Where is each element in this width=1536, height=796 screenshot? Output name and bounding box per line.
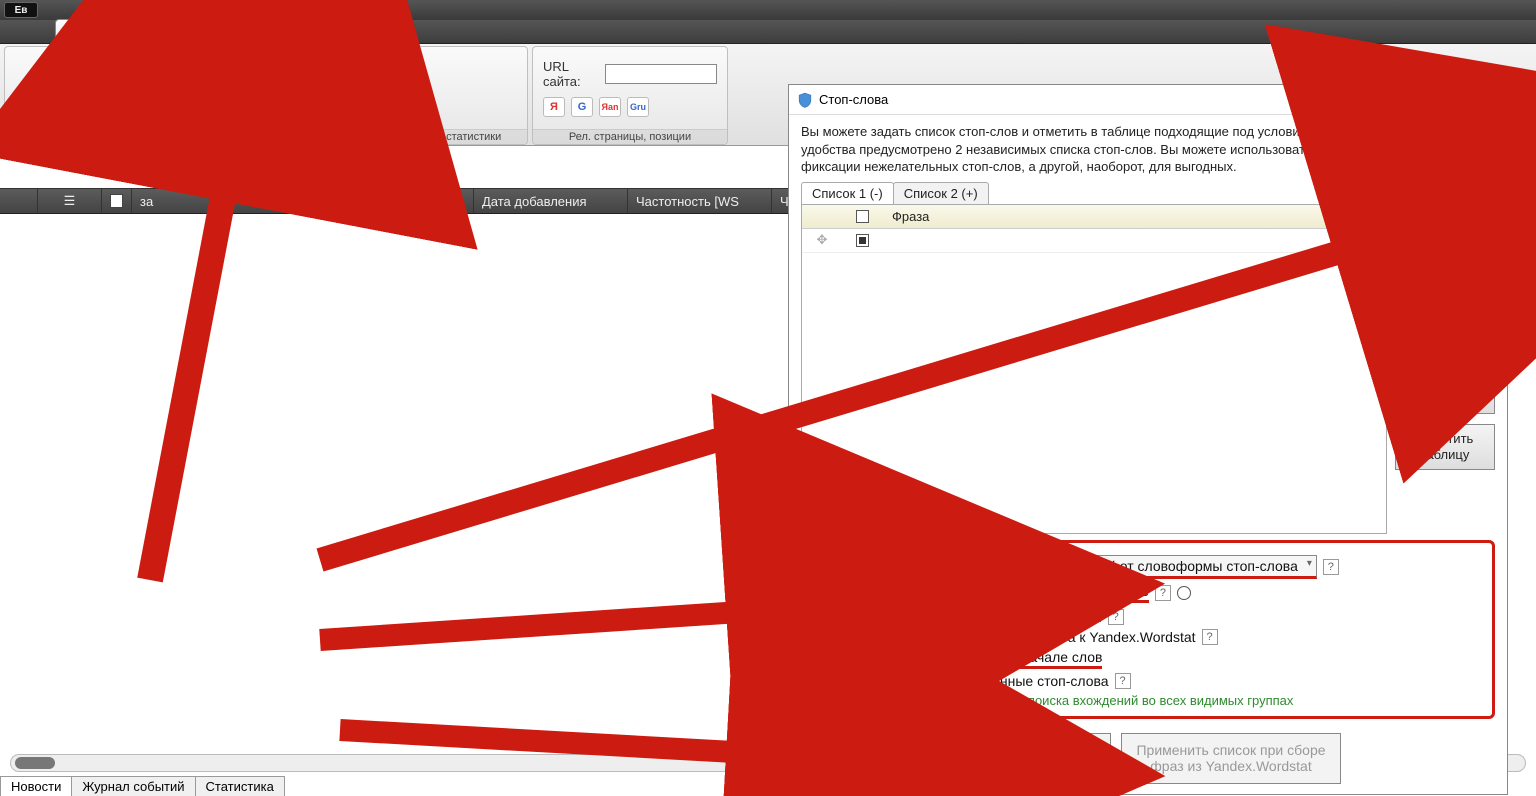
bars-icon[interactable]: ▮▮▮ <box>340 66 363 83</box>
yandex-icon[interactable]: Я <box>543 97 565 117</box>
save-file-button[interactable]: Сохранить в файл <box>1395 314 1495 359</box>
stopwords-table: Фраза ✥ <box>801 204 1387 534</box>
label: процессов <box>118 106 172 118</box>
stop-processes-button[interactable]: Остановка процессов <box>22 56 93 120</box>
checkbox-label: Применять при составлении запроса к Yand… <box>834 629 1196 645</box>
label: Остановка <box>28 92 87 106</box>
chart-icon[interactable]: 📈 <box>339 91 361 111</box>
ribbon-group-keywords: ▮▮▮ ▮▮▮ 🎨 🔍 📈 👍 KEI Сбор ключевых слов и… <box>300 46 528 145</box>
col-frequency[interactable]: Частотность [WS <box>628 189 772 213</box>
grid-col-toggle[interactable]: ☰ <box>38 189 102 213</box>
radio-exact[interactable] <box>1177 586 1191 600</box>
google2-icon[interactable]: Gru <box>627 97 649 117</box>
group-label: Прочее <box>5 129 295 144</box>
search-type-label: Выберите тип поиска вхождений: <box>814 559 1031 575</box>
palette-icon[interactable]: 🎨 <box>369 66 386 83</box>
stopwords-button[interactable]: Стоп-слова <box>196 59 278 117</box>
help-icon[interactable]: ? <box>1108 609 1124 625</box>
hexagon-icon <box>42 58 74 90</box>
magnifier-icon[interactable]: 🔍 <box>311 91 333 111</box>
tab-log[interactable]: Журнал событий <box>71 776 195 796</box>
url-input[interactable] <box>605 64 717 84</box>
titlebar: Ев <box>0 0 1536 20</box>
add-list-button[interactable]: Добавить списком <box>1395 204 1495 249</box>
ribbon-group-relpages: URL сайта: Я G Яan Gru Рел. страницы, по… <box>532 46 728 145</box>
help-icon[interactable]: ? <box>1155 585 1171 601</box>
icon-row-1: ▮▮▮ ▮▮▮ 🎨 <box>311 66 387 83</box>
yandex2-icon[interactable]: Яan <box>599 97 621 117</box>
menu-bar: Сбор данных Данные Вид <box>0 20 1536 44</box>
menu-tab-data[interactable]: Данные <box>165 20 240 43</box>
radio-full[interactable] <box>814 586 828 600</box>
radio-exact-label: Точное соответствие фразы со стоп-фразой <box>814 609 1102 625</box>
stopwords-modal: Стоп-слова — ☐ ✕ Вы можете задать список… <box>788 84 1508 795</box>
label: Приостановка <box>105 92 184 106</box>
pause-icon <box>129 58 161 90</box>
modal-title: Стоп-слова <box>819 92 1379 107</box>
bottom-tabs: Новости Журнал событий Статистика <box>0 776 284 796</box>
options-panel: Выберите тип поиска вхождений: зависимый… <box>801 540 1495 719</box>
radio-partial[interactable] <box>985 586 999 600</box>
radio-full-label: Полное вхождение <box>834 585 957 601</box>
help-icon[interactable]: ? <box>1323 559 1339 575</box>
thumbs-icon[interactable]: 👍 <box>367 91 389 111</box>
table-header: Фраза <box>802 205 1386 229</box>
col-date[interactable]: Дата добавления <box>474 189 628 213</box>
list-tabs: Список 1 (-) Список 2 (+) <box>801 182 1495 204</box>
col-source[interactable]: Источник <box>320 189 474 213</box>
google-icon[interactable]: G <box>571 97 593 117</box>
search-engines-row: Я G Яan Gru <box>543 97 649 117</box>
checkbox-label: Искать совпадения только в начале слов <box>834 649 1102 669</box>
col-phrase[interactable]: Фраза <box>882 209 929 224</box>
checkbox-apply-wordstat[interactable] <box>814 630 828 644</box>
unmark-phrases-button[interactable]: Снять отметку с фраз в таблице <box>961 733 1111 785</box>
load-file-button[interactable]: Загрузить из файла <box>1395 259 1495 304</box>
minimize-button[interactable]: — <box>1379 87 1419 113</box>
label: процессов <box>31 106 85 118</box>
select-all-checkbox[interactable] <box>110 194 123 208</box>
select-all-checkbox[interactable] <box>856 210 869 223</box>
checkbox-label: Учитывать только отмеченные стоп-слова <box>834 673 1109 689</box>
close-button[interactable]: ✕ <box>1459 87 1499 113</box>
url-row: URL сайта: <box>543 59 717 89</box>
ctrl-hint: Нажмите и удерживайте CTRL для поиска вх… <box>814 693 1482 708</box>
app-logo: Ев <box>4 2 38 18</box>
icon-row-2: 🔍 📈 👍 KEI <box>311 91 417 111</box>
side-buttons: Добавить списком Загрузить из файла Сохр… <box>1395 204 1495 534</box>
col-phrase[interactable]: за <box>132 189 320 213</box>
group-label: Рел. страницы, позиции <box>533 129 727 144</box>
label: Стоп-слова <box>205 98 269 112</box>
menu-tab-view[interactable]: Вид <box>240 20 292 43</box>
checkbox[interactable] <box>856 234 869 247</box>
shield-icon <box>797 92 813 108</box>
maximize-button[interactable]: ☐ <box>1419 87 1459 113</box>
menu-tab-collect[interactable]: Сбор данных <box>55 19 165 43</box>
shield-icon <box>221 64 253 96</box>
ribbon-group-misc: Остановка процессов Приостановка процесс… <box>4 46 296 145</box>
url-label: URL сайта: <box>543 59 599 89</box>
modal-info-text: Вы можете задать список стоп-слов и отме… <box>801 123 1495 176</box>
bars-icon[interactable]: ▮▮▮ <box>311 66 334 83</box>
list-tab-1[interactable]: Список 1 (-) <box>801 182 894 204</box>
help-icon[interactable]: ? <box>1202 629 1218 645</box>
list-tab-2[interactable]: Список 2 (+) <box>893 182 989 204</box>
apply-wordstat-button: Применить список при сборе фраз из Yande… <box>1121 733 1341 785</box>
help-icon[interactable]: ? <box>963 585 979 601</box>
group-label: Сбор ключевых слов и статистики <box>301 129 527 144</box>
tab-news[interactable]: Новости <box>0 776 72 796</box>
add-row[interactable]: ✥ <box>802 229 1386 253</box>
mark-phrases-button[interactable]: Отметить фразы в таблице <box>801 733 951 785</box>
search-type-select[interactable]: зависимый от словоформы стоп-слова▾ <box>1037 555 1317 579</box>
tab-stats[interactable]: Статистика <box>195 776 285 796</box>
delete-checked-button[interactable]: Удалить отмеченное <box>1395 369 1495 414</box>
checkbox-match-start[interactable] <box>814 652 828 666</box>
kei-button[interactable]: KEI <box>395 91 417 111</box>
checkbox-only-checked[interactable] <box>814 674 828 688</box>
radio-partial-label: Частичное вхождение <box>1005 583 1148 603</box>
pause-processes-button[interactable]: Приостановка процессов <box>99 56 190 120</box>
modal-titlebar[interactable]: Стоп-слова — ☐ ✕ <box>789 85 1507 115</box>
clear-table-button[interactable]: Очистить таблицу <box>1395 424 1495 469</box>
action-buttons: Отметить фразы в таблице Снять отметку с… <box>789 725 1507 795</box>
help-icon[interactable]: ? <box>1115 673 1131 689</box>
